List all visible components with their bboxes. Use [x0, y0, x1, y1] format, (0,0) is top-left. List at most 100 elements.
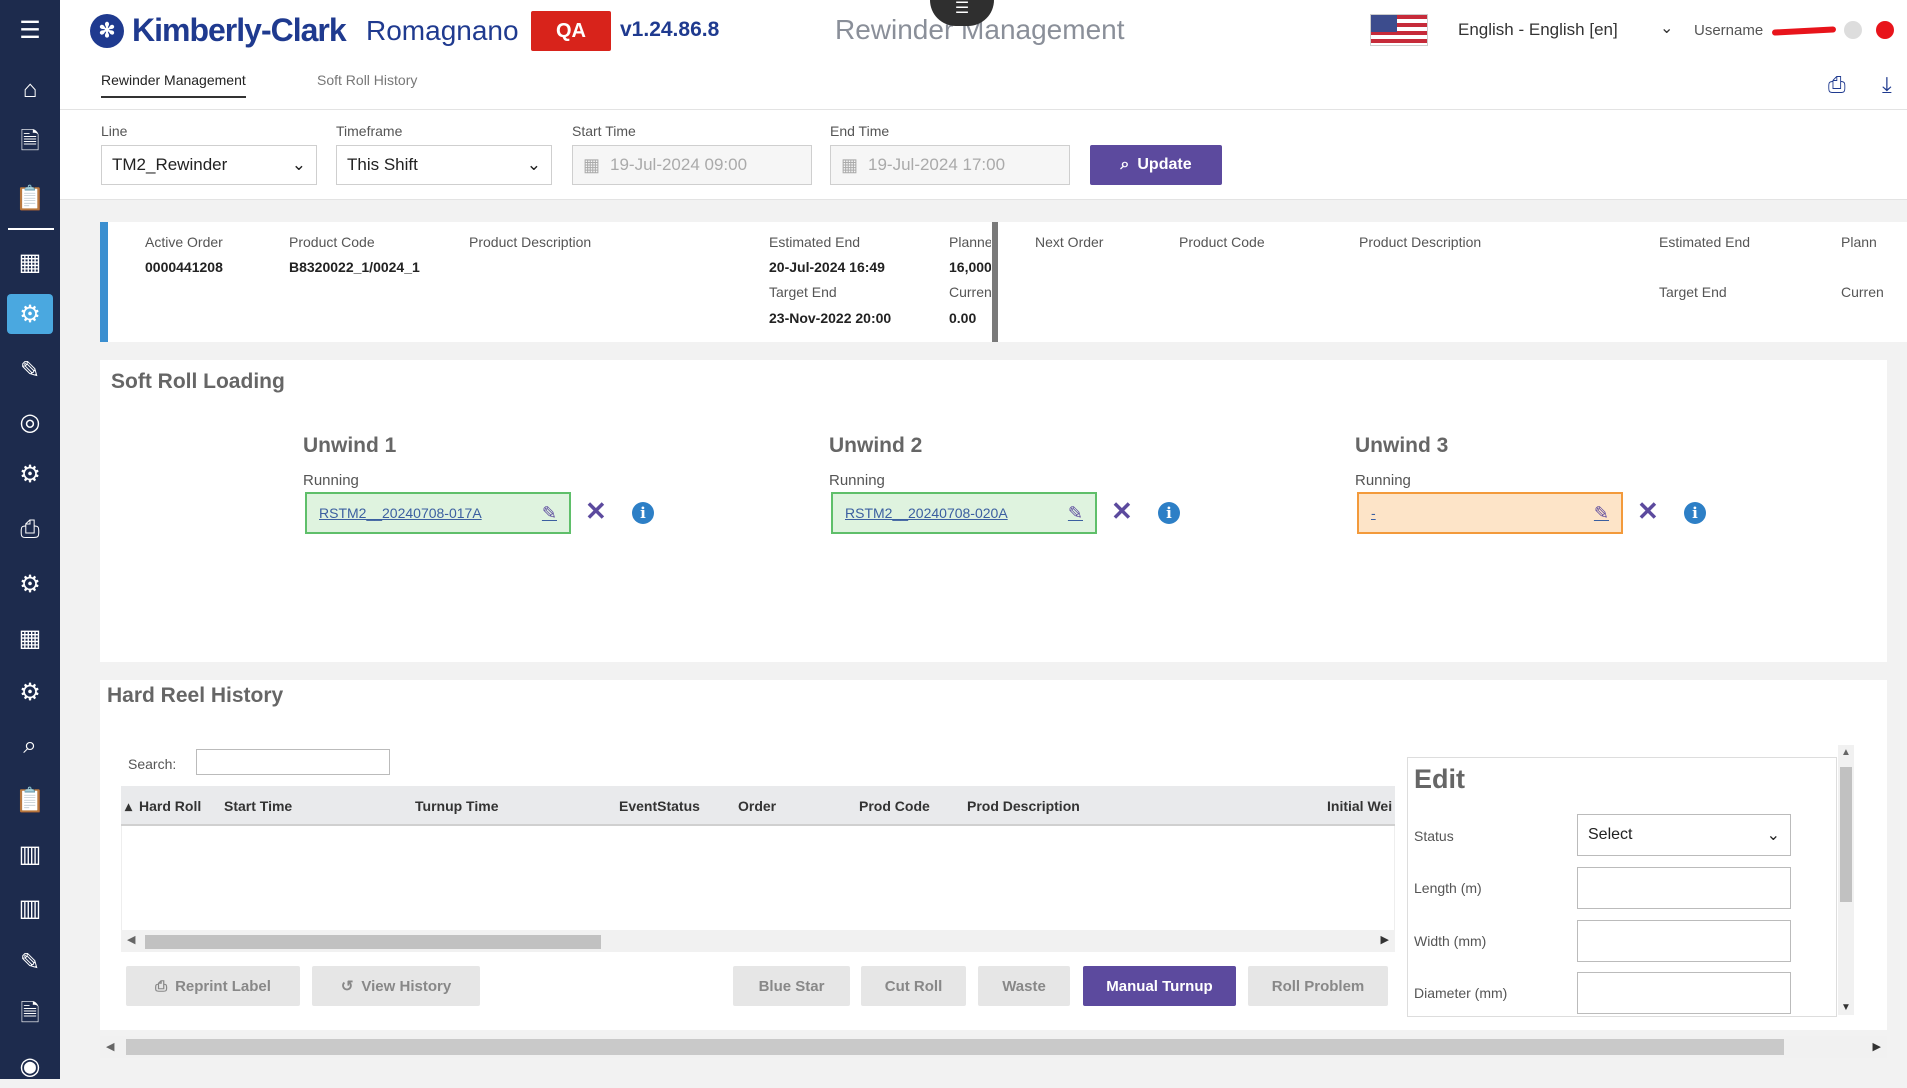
search-input[interactable] — [196, 749, 390, 775]
edit-vertical-scrollbar[interactable]: ▲ ▼ — [1838, 745, 1854, 1015]
col-start-time[interactable]: Start Time — [224, 798, 292, 814]
unwind-3-roll-value[interactable]: - — [1371, 505, 1376, 521]
kc-logo-icon: ✻ — [90, 13, 124, 48]
timeframe-select[interactable]: This Shift ⌄ — [336, 145, 552, 185]
update-button[interactable]: ⌕ Update — [1090, 145, 1222, 185]
table-horizontal-scrollbar[interactable]: ◀ ▶ — [121, 930, 1395, 952]
blue-star-button[interactable]: Blue Star — [733, 966, 850, 1006]
orders-panel: Active Order 0000441208 Product Code B83… — [100, 222, 1907, 342]
location-icon[interactable]: ◉ — [0, 1044, 60, 1088]
unwind-3-status: Running — [1355, 472, 1411, 489]
scroll-up-icon[interactable]: ▲ — [1841, 747, 1851, 758]
chevron-down-icon[interactable]: ⌄ — [1660, 18, 1673, 38]
reel-gear-icon-3[interactable]: ⚙ — [0, 670, 60, 714]
unwind-1-roll-field[interactable]: RSTM2__20240708-017A ✎ — [305, 492, 571, 534]
printer-icon[interactable]: ⎙ — [0, 508, 60, 552]
grid-icon[interactable]: ▦ — [0, 616, 60, 660]
diameter-label: Diameter (mm) — [1414, 985, 1508, 1001]
scroll-left-icon[interactable]: ◀ — [127, 933, 135, 946]
target-end-label: Target End — [769, 284, 837, 300]
download-icon[interactable]: ⤓ — [1882, 72, 1892, 98]
timeframe-value: This Shift — [347, 155, 418, 174]
timeframe-label: Timeframe — [336, 123, 403, 139]
tab-soft-roll-history[interactable]: Soft Roll History — [317, 72, 417, 96]
width-label: Width (mm) — [1414, 933, 1487, 949]
calendar-icon[interactable]: ▦ — [0, 240, 60, 284]
start-time-value: 19-Jul-2024 09:00 — [610, 155, 748, 174]
reprint-label-button[interactable]: ⎙ Reprint Label — [126, 966, 300, 1006]
scroll-down-icon[interactable]: ▼ — [1841, 1002, 1851, 1013]
line-select[interactable]: TM2_Rewinder ⌄ — [101, 145, 317, 185]
scroll-left-icon[interactable]: ◀ — [106, 1040, 114, 1053]
sort-indicator-icon[interactable]: ▴ — [125, 798, 132, 815]
view-history-text: View History — [361, 977, 452, 995]
next-target-end-label: Target End — [1659, 284, 1727, 300]
roll-edit-icon[interactable]: ✎ — [0, 348, 60, 392]
length-input[interactable] — [1577, 867, 1791, 909]
info-icon[interactable]: i — [1158, 502, 1180, 524]
diameter-input[interactable] — [1577, 972, 1791, 1014]
unwind-2-roll-field[interactable]: RSTM2__20240708-020A ✎ — [831, 492, 1097, 534]
rolls-search-icon[interactable]: ⌕ — [0, 724, 60, 768]
col-prod-code[interactable]: Prod Code — [859, 798, 930, 814]
clipboard-icon-2[interactable]: 📋 — [0, 778, 60, 822]
us-flag-icon[interactable] — [1370, 14, 1428, 46]
col-initial-weight[interactable]: Initial Wei — [1327, 798, 1395, 814]
cut-roll-button[interactable]: Cut Roll — [861, 966, 966, 1006]
reel-gear-icon[interactable]: ⚙ — [0, 452, 60, 496]
tab-rewinder-management[interactable]: Rewinder Management — [101, 72, 246, 98]
info-icon[interactable]: i — [1684, 502, 1706, 524]
reel-gear-icon-2[interactable]: ⚙ — [0, 562, 60, 606]
col-turnup-time[interactable]: Turnup Time — [415, 798, 498, 814]
home-icon[interactable]: ⌂ — [0, 68, 60, 112]
col-event-status[interactable]: EventStatus — [619, 798, 700, 814]
unwind-2-roll-value[interactable]: RSTM2__20240708-020A — [845, 505, 1008, 521]
info-icon[interactable]: i — [632, 502, 654, 524]
pallet-icon[interactable]: ▥ — [0, 832, 60, 876]
start-time-label: Start Time — [572, 123, 636, 139]
pencil-icon[interactable]: ✎ — [1594, 503, 1609, 524]
menu-icon[interactable]: ☰ — [0, 8, 60, 52]
edit-scroll-thumb[interactable] — [1840, 767, 1852, 902]
close-icon[interactable]: ✕ — [1111, 496, 1133, 527]
reel-settings-icon[interactable]: ⚙ — [0, 292, 60, 336]
view-history-button[interactable]: ↺ View History — [312, 966, 480, 1006]
pencil-icon[interactable]: ✎ — [542, 503, 557, 524]
close-icon[interactable]: ✕ — [585, 496, 607, 527]
waste-button[interactable]: Waste — [978, 966, 1070, 1006]
site-name: Romagnano — [366, 15, 519, 46]
order-separator — [992, 222, 998, 342]
language-select[interactable]: English - English [en] — [1458, 20, 1618, 40]
start-time-field[interactable]: ▦ 19-Jul-2024 09:00 — [572, 145, 812, 185]
next-product-description-label: Product Description — [1359, 234, 1482, 250]
clipboard-icon[interactable]: 📋 — [0, 176, 60, 220]
filter-bar: Line TM2_Rewinder ⌄ Timeframe This Shift… — [60, 110, 1907, 200]
roll-problem-button[interactable]: Roll Problem — [1248, 966, 1388, 1006]
page-horizontal-scrollbar[interactable]: ◀ ▶ — [100, 1036, 1887, 1058]
report-edit-icon[interactable]: 🗎 — [0, 994, 60, 1038]
version-label: v1.24.86.8 — [620, 18, 720, 41]
end-time-field[interactable]: ▦ 19-Jul-2024 17:00 — [830, 145, 1070, 185]
stacked-rolls-icon[interactable]: ◎ — [0, 400, 60, 444]
scroll-right-icon[interactable]: ▶ — [1873, 1040, 1881, 1053]
unwind-1-roll-value[interactable]: RSTM2__20240708-017A — [319, 505, 482, 521]
page-scroll-thumb[interactable] — [126, 1039, 1784, 1055]
width-input[interactable] — [1577, 920, 1791, 962]
document-icon[interactable]: 🗎 — [0, 122, 60, 166]
printer-icon[interactable]: ⎙ — [1828, 72, 1846, 98]
active-order-value: 0000441208 — [145, 259, 223, 275]
manual-turnup-button[interactable]: Manual Turnup — [1083, 966, 1236, 1006]
scroll-right-icon[interactable]: ▶ — [1381, 933, 1389, 946]
unwind-3-roll-field[interactable]: - ✎ — [1357, 492, 1623, 534]
col-prod-description[interactable]: Prod Description — [967, 798, 1080, 814]
pencil-icon[interactable]: ✎ — [1068, 503, 1083, 524]
table-scroll-thumb[interactable] — [145, 935, 601, 949]
col-order[interactable]: Order — [738, 798, 776, 814]
soft-roll-panel: Soft Roll Loading Unwind 1 Running RSTM2… — [100, 360, 1887, 662]
pallet-icon-2[interactable]: ▥ — [0, 886, 60, 930]
close-icon[interactable]: ✕ — [1637, 496, 1659, 527]
unwind-2-title: Unwind 2 — [829, 434, 923, 457]
rolls-edit-icon[interactable]: ✎ — [0, 940, 60, 984]
col-hard-roll[interactable]: Hard Roll — [139, 798, 201, 814]
status-select[interactable]: Select ⌄ — [1577, 814, 1791, 856]
